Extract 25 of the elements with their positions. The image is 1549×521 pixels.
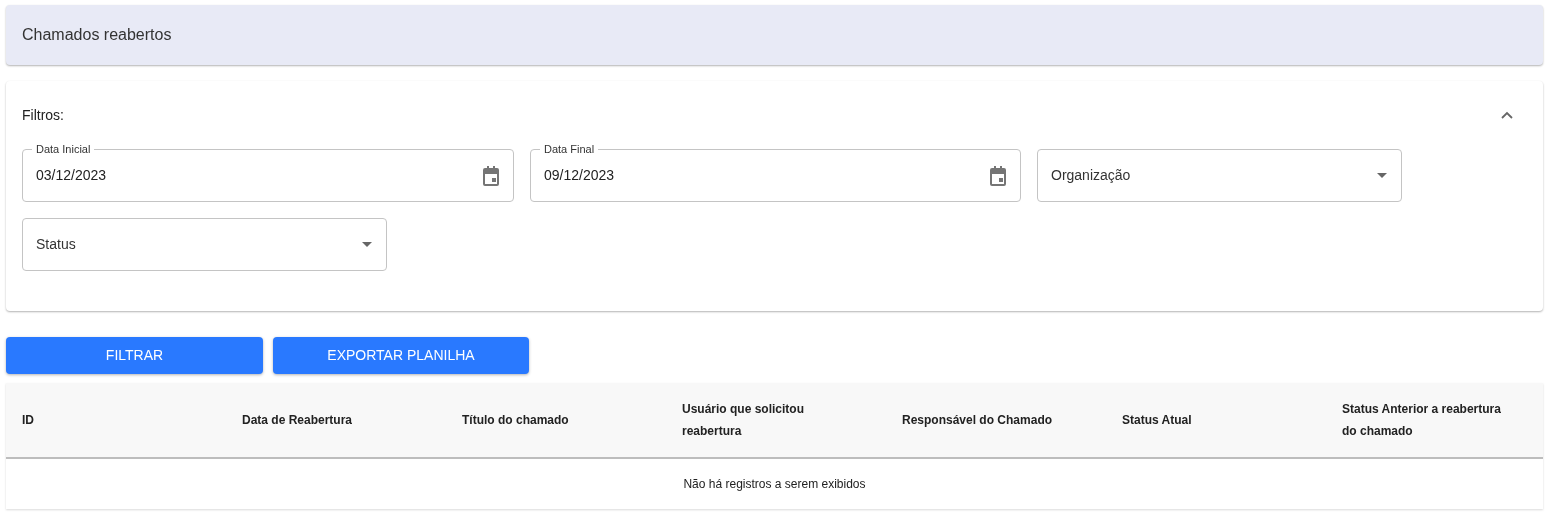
dropdown-arrow-icon bbox=[1377, 173, 1387, 178]
column-header[interactable]: Status Anterior a reabertura do chamado bbox=[1342, 398, 1512, 442]
field-label: Data Inicial bbox=[32, 142, 95, 156]
export-button[interactable]: EXPORTAR PLANILHA bbox=[273, 337, 529, 374]
field-label: Organização bbox=[1051, 166, 1131, 185]
column-header[interactable]: Título do chamado bbox=[462, 409, 650, 431]
column-header[interactable]: ID bbox=[22, 409, 210, 431]
calendar-icon bbox=[482, 165, 500, 186]
column-header[interactable]: Status Atual bbox=[1122, 409, 1310, 431]
column-header[interactable]: Data de Reabertura bbox=[242, 409, 430, 431]
field-label: Data Final bbox=[540, 142, 599, 156]
field-value: 03/12/2023 bbox=[36, 166, 107, 185]
select-field[interactable]: Status bbox=[22, 218, 387, 271]
chevron-up-icon bbox=[1501, 111, 1513, 119]
page-title: Chamados reabertos bbox=[22, 25, 172, 45]
calendar-icon bbox=[989, 165, 1007, 186]
filter-button[interactable]: FILTRAR bbox=[6, 337, 263, 374]
filters-title: Filtros: bbox=[22, 105, 64, 125]
field-value: 09/12/2023 bbox=[544, 166, 615, 185]
field-label: Status bbox=[36, 235, 76, 254]
column-header[interactable]: Responsável do Chamado bbox=[902, 409, 1090, 431]
dropdown-arrow-icon bbox=[362, 242, 372, 247]
column-header[interactable]: Usuário que solicitou reabertura bbox=[682, 398, 822, 442]
empty-message: Não há registros a serem exibidos bbox=[683, 476, 866, 493]
select-field[interactable]: Organização bbox=[1037, 149, 1402, 202]
